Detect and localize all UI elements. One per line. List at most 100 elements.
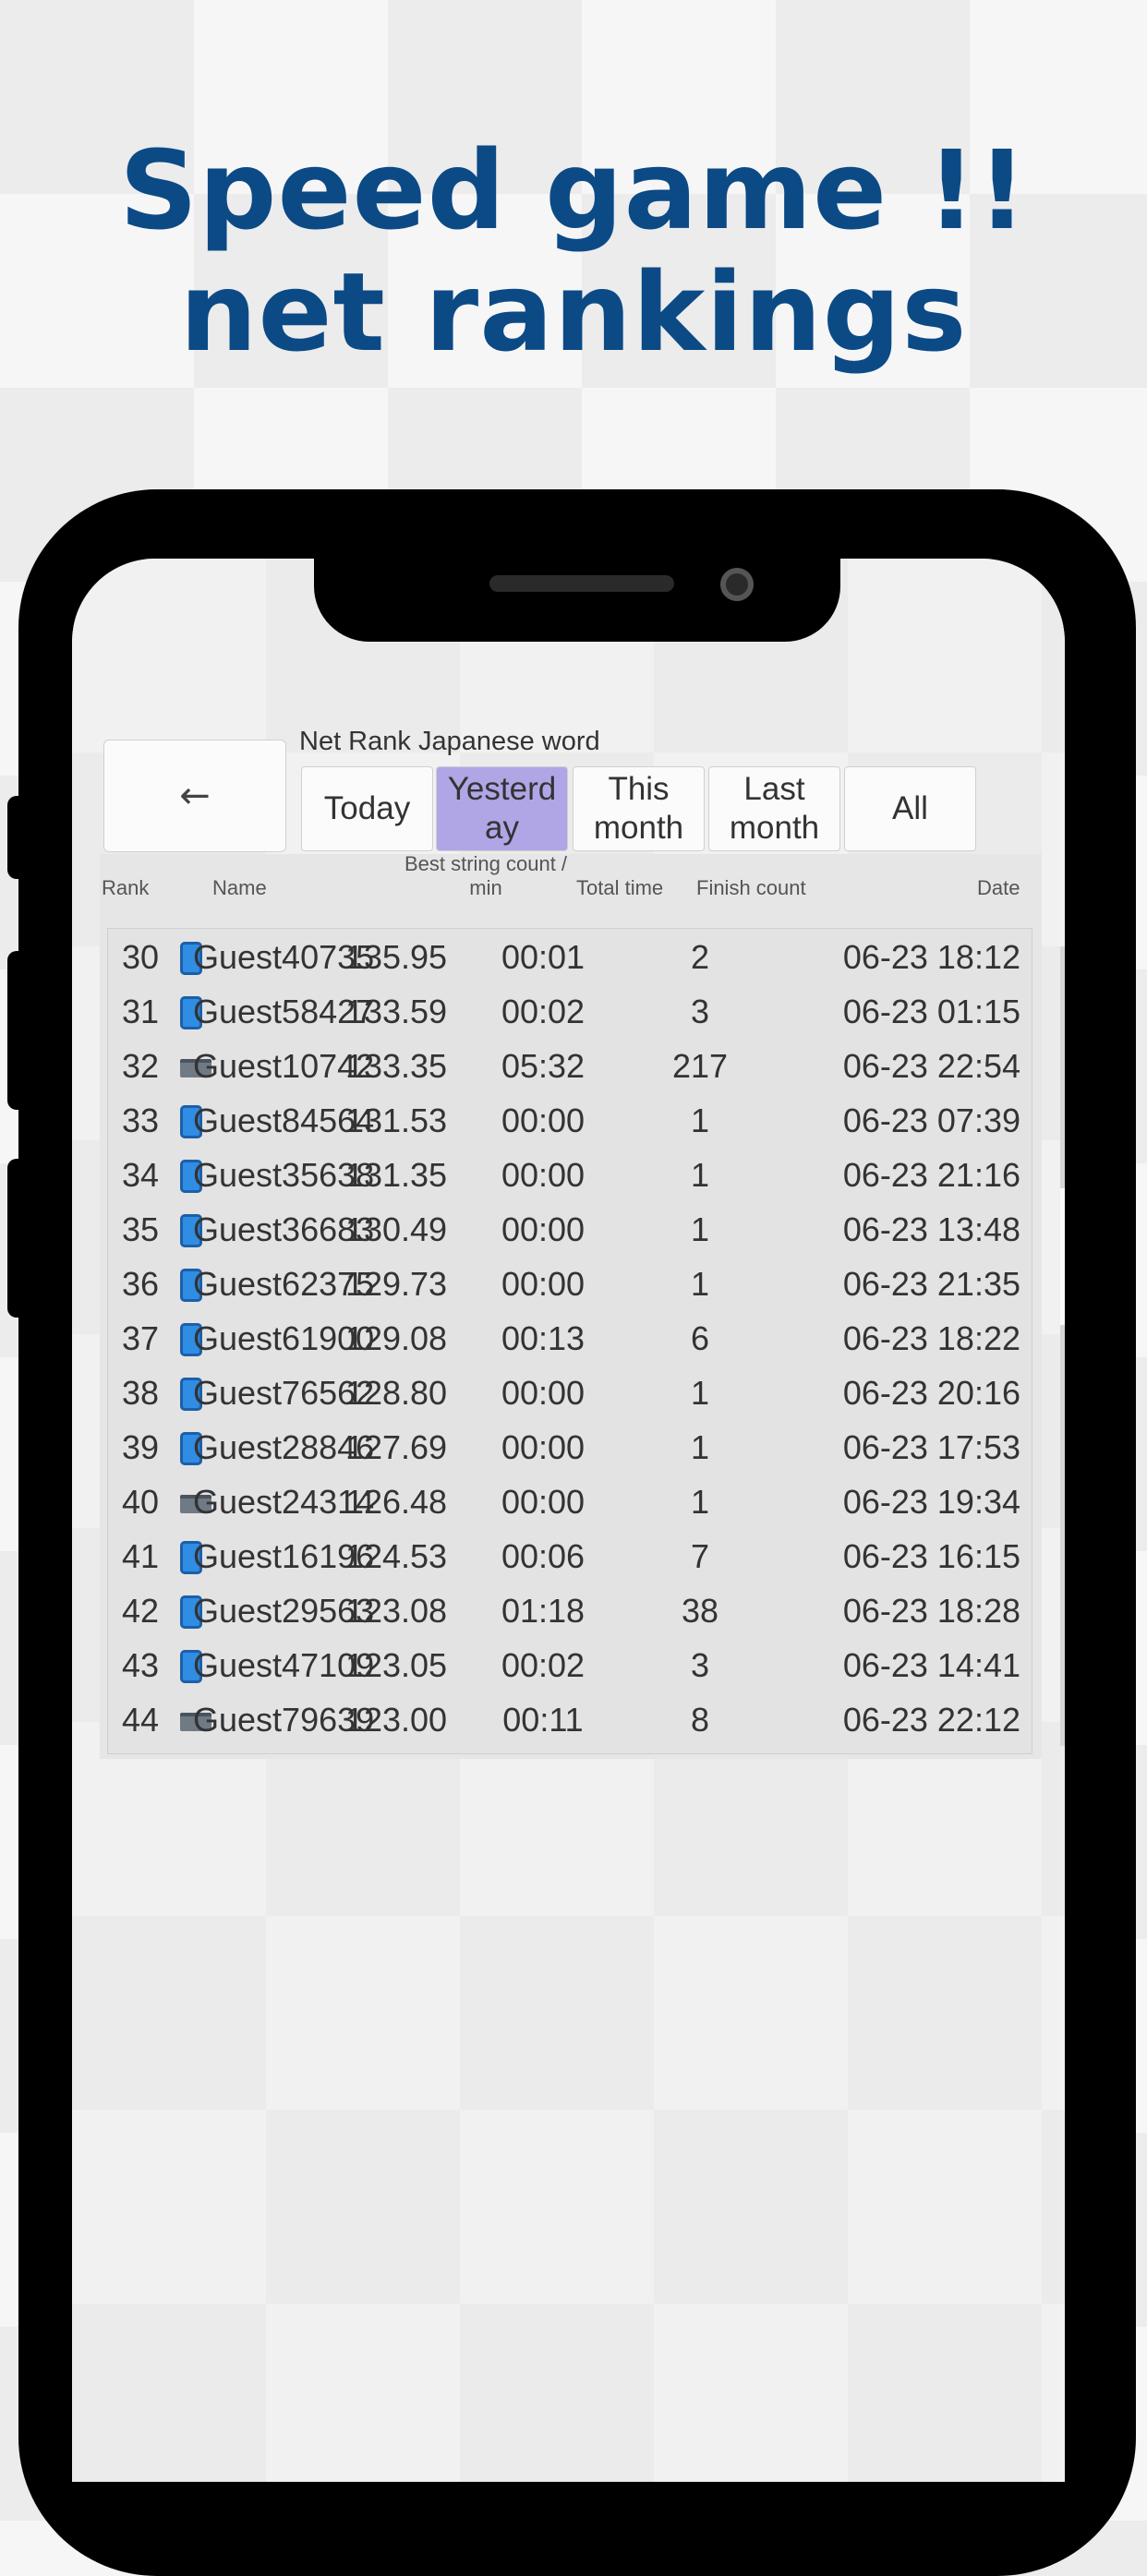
scrollbar[interactable] bbox=[1060, 946, 1065, 1746]
date-cell: 06-23 21:16 bbox=[842, 1156, 1020, 1194]
rank-cell: 35 bbox=[121, 1210, 160, 1248]
rank-cell: 30 bbox=[121, 938, 160, 976]
finish-count-cell: 3 bbox=[690, 993, 710, 1030]
rank-cell: 42 bbox=[121, 1592, 160, 1630]
rank-cell: 37 bbox=[121, 1319, 160, 1357]
ranking-list[interactable]: 30 Guest40735 135.95 00:01 2 06-23 18:12 31 Gue… bbox=[107, 928, 1032, 1754]
tab-last-month-label-2: month bbox=[729, 810, 820, 846]
total-time-cell: 00:00 bbox=[501, 1156, 586, 1194]
table-row[interactable]: 39 Guest28846 127.69 00:00 1 06-23 17:53 bbox=[108, 1419, 1022, 1474]
total-time-cell: 00:00 bbox=[501, 1101, 586, 1139]
best-count-cell: 127.69 bbox=[344, 1428, 448, 1466]
finish-count-cell: 38 bbox=[681, 1592, 719, 1630]
table-row[interactable]: 38 Guest76562 128.80 00:00 1 06-23 20:16 bbox=[108, 1365, 1022, 1419]
finish-count-cell: 1 bbox=[690, 1265, 710, 1303]
table-row[interactable]: 40 Guest24314 126.48 00:00 1 06-23 19:34 bbox=[108, 1474, 1022, 1528]
date-cell: 06-23 18:28 bbox=[842, 1592, 1020, 1630]
date-cell: 06-23 16:15 bbox=[842, 1537, 1020, 1575]
date-cell: 06-23 19:34 bbox=[842, 1483, 1020, 1521]
finish-count-cell: 1 bbox=[690, 1156, 710, 1194]
tab-this-month-label-1: This bbox=[608, 771, 670, 807]
table-row[interactable]: 31 Guest58427 133.59 00:02 3 06-23 01:15 bbox=[108, 983, 1022, 1038]
tab-yesterday-label-2: ay bbox=[485, 810, 519, 846]
rank-cell: 36 bbox=[121, 1265, 160, 1303]
best-count-cell: 131.53 bbox=[344, 1101, 448, 1139]
rank-cell: 39 bbox=[121, 1428, 160, 1466]
column-header-name: Name bbox=[212, 876, 267, 899]
total-time-cell: 00:01 bbox=[501, 938, 586, 976]
rank-cell: 43 bbox=[121, 1646, 160, 1684]
best-count-cell: 129.73 bbox=[344, 1265, 448, 1303]
rank-cell: 40 bbox=[121, 1483, 160, 1521]
best-count-cell: 133.35 bbox=[344, 1047, 448, 1085]
date-cell: 06-23 01:15 bbox=[842, 993, 1020, 1030]
best-count-cell: 129.08 bbox=[344, 1319, 448, 1357]
best-count-cell: 135.95 bbox=[344, 938, 448, 976]
camera-icon bbox=[720, 568, 754, 601]
finish-count-cell: 1 bbox=[690, 1374, 710, 1412]
column-header-total-time: Total time bbox=[576, 876, 664, 899]
table-row[interactable]: 33 Guest84564 131.53 00:00 1 06-23 07:39 bbox=[108, 1092, 1022, 1147]
table-row[interactable]: 34 Guest35638 131.35 00:00 1 06-23 21:16 bbox=[108, 1147, 1022, 1201]
date-cell: 06-23 22:12 bbox=[842, 1701, 1020, 1739]
table-row[interactable]: 35 Guest36683 130.49 00:00 1 06-23 13:48 bbox=[108, 1201, 1022, 1256]
finish-count-cell: 1 bbox=[690, 1428, 710, 1466]
tab-today[interactable]: Today bbox=[301, 766, 433, 851]
tab-this-month[interactable]: This month bbox=[573, 766, 705, 851]
finish-count-cell: 6 bbox=[690, 1319, 710, 1357]
table-row[interactable]: 44 Guest79639 123.00 00:11 8 06-23 22:12 bbox=[108, 1691, 1022, 1746]
rank-cell: 38 bbox=[121, 1374, 160, 1412]
tab-last-month[interactable]: Last month bbox=[708, 766, 840, 851]
tab-all[interactable]: All bbox=[844, 766, 976, 851]
total-time-cell: 00:13 bbox=[501, 1319, 586, 1357]
total-time-cell: 00:02 bbox=[501, 993, 586, 1030]
best-count-cell: 123.05 bbox=[344, 1646, 448, 1684]
scrollbar-thumb[interactable] bbox=[1060, 1188, 1065, 1325]
table-row[interactable]: 42 Guest29563 123.08 01:18 38 06-23 18:28 bbox=[108, 1583, 1022, 1637]
date-cell: 06-23 18:12 bbox=[842, 938, 1020, 976]
finish-count-cell: 2 bbox=[690, 938, 710, 976]
phone-screen: ← Net Rank Japanese word Today Yesterd a… bbox=[72, 559, 1065, 2482]
phone-notch bbox=[314, 559, 840, 642]
total-time-cell: 00:02 bbox=[501, 1646, 586, 1684]
finish-count-cell: 217 bbox=[671, 1047, 729, 1085]
table-row[interactable]: 36 Guest62375 129.73 00:00 1 06-23 21:35 bbox=[108, 1256, 1022, 1310]
total-time-cell: 01:18 bbox=[501, 1592, 586, 1630]
date-cell: 06-23 14:41 bbox=[842, 1646, 1020, 1684]
column-header-finish-count: Finish count bbox=[696, 876, 806, 899]
total-time-cell: 00:00 bbox=[501, 1428, 586, 1466]
rank-cell: 31 bbox=[121, 993, 160, 1030]
finish-count-cell: 1 bbox=[690, 1210, 710, 1248]
table-row[interactable]: 37 Guest61900 129.08 00:13 6 06-23 18:22 bbox=[108, 1310, 1022, 1365]
column-header-rank: Rank bbox=[102, 876, 150, 899]
date-cell: 06-23 22:54 bbox=[842, 1047, 1020, 1085]
table-row[interactable]: 32 Guest10742 133.35 05:32 217 06-23 22:54 bbox=[108, 1038, 1022, 1092]
finish-count-cell: 8 bbox=[690, 1701, 710, 1739]
best-count-cell: 123.00 bbox=[344, 1701, 448, 1739]
best-count-cell: 130.49 bbox=[344, 1210, 448, 1248]
best-count-cell: 126.48 bbox=[344, 1483, 448, 1521]
rank-cell: 32 bbox=[121, 1047, 160, 1085]
finish-count-cell: 1 bbox=[690, 1101, 710, 1139]
table-row[interactable]: 30 Guest40735 135.95 00:01 2 06-23 18:12 bbox=[108, 929, 1022, 983]
table-row[interactable]: 41 Guest16196 124.53 00:06 7 06-23 16:15 bbox=[108, 1528, 1022, 1583]
best-count-cell: 133.59 bbox=[344, 993, 448, 1030]
tab-today-label: Today bbox=[323, 790, 411, 826]
tab-yesterday[interactable]: Yesterd ay bbox=[436, 766, 568, 851]
speaker-icon bbox=[489, 575, 674, 592]
date-cell: 06-23 17:53 bbox=[842, 1428, 1020, 1466]
total-time-cell: 00:06 bbox=[501, 1537, 586, 1575]
total-time-cell: 00:00 bbox=[501, 1483, 586, 1521]
total-time-cell: 00:11 bbox=[502, 1701, 584, 1739]
tab-all-label: All bbox=[892, 790, 928, 826]
date-cell: 06-23 20:16 bbox=[842, 1374, 1020, 1412]
back-button[interactable]: ← bbox=[103, 740, 286, 852]
total-time-cell: 00:00 bbox=[501, 1374, 586, 1412]
headline-line-1: Speed game !! bbox=[119, 126, 1028, 254]
table-row[interactable]: 43 Guest47109 123.05 00:02 3 06-23 14:41 bbox=[108, 1637, 1022, 1691]
date-cell: 06-23 18:22 bbox=[842, 1319, 1020, 1357]
column-header-best-line-1: Best string count / bbox=[404, 852, 568, 875]
ranking-title: Net Rank Japanese word bbox=[299, 727, 600, 756]
total-time-cell: 00:00 bbox=[501, 1265, 586, 1303]
headline-line-2: net rankings bbox=[179, 248, 968, 376]
